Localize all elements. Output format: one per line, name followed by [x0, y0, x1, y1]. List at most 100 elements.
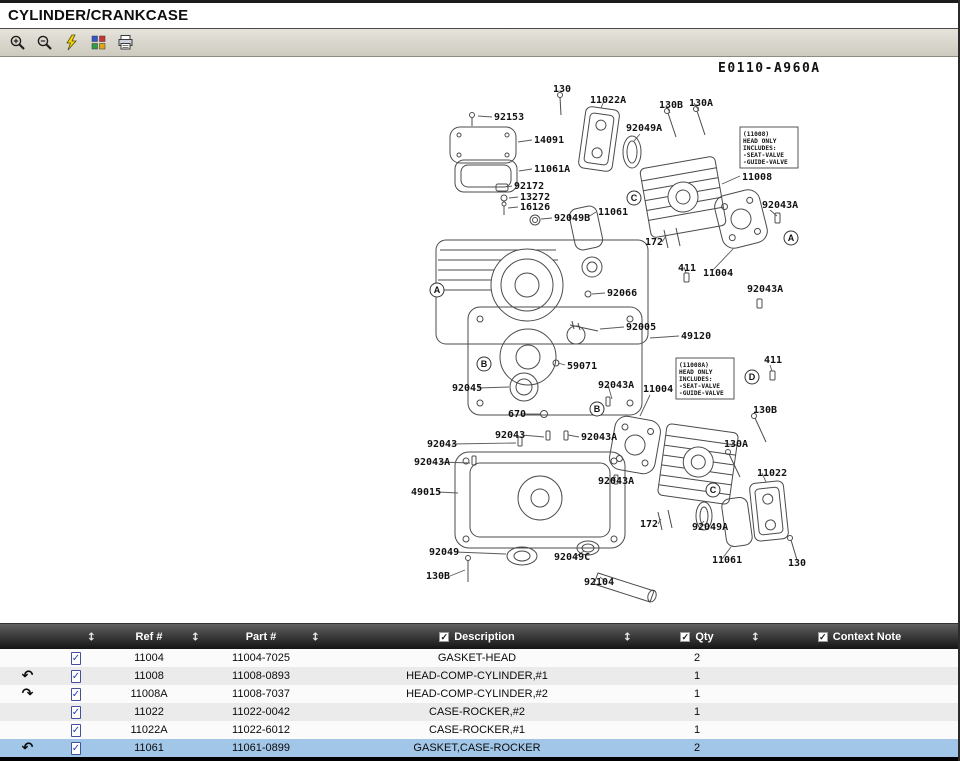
part-number-label[interactable]: 670	[508, 409, 526, 420]
part-number-label[interactable]: 92153	[494, 112, 524, 123]
part-number-label[interactable]: 130	[788, 558, 806, 569]
part-number-label[interactable]: 92005	[626, 322, 656, 333]
part-number-label[interactable]: 92049	[429, 547, 459, 558]
svg-text:C: C	[631, 193, 638, 203]
zoom-in-icon[interactable]	[7, 33, 27, 53]
cell-select: ✓	[55, 742, 97, 754]
cell-ref: 11061	[97, 742, 201, 754]
leader-line	[634, 134, 640, 141]
part-number-label[interactable]: 92043A	[414, 457, 450, 468]
row-checkbox[interactable]: ✓	[71, 688, 81, 701]
part-number-label[interactable]: 92049A	[692, 522, 728, 533]
part-number-label[interactable]: 11022	[757, 468, 787, 479]
part-number-label[interactable]: 92045	[452, 383, 482, 394]
column-header-part[interactable]: Part #↕	[201, 624, 321, 649]
part-number-label[interactable]: 92043A	[762, 200, 798, 211]
part-number-label[interactable]: 49015	[411, 487, 441, 498]
lightning-icon[interactable]	[61, 33, 81, 53]
leader-line	[600, 327, 624, 329]
table-row[interactable]: ↷✓11008A11008-7037HEAD-COMP-CYLINDER,#21	[0, 685, 958, 703]
part-number-label[interactable]: 172	[640, 519, 658, 530]
part-number-label[interactable]: 92043A	[598, 380, 634, 391]
svg-text:A: A	[434, 285, 441, 295]
back-arrow-icon[interactable]: ↶	[22, 740, 34, 756]
part-number-label[interactable]: 92043A	[598, 476, 634, 487]
column-checkbox-note[interactable]: ✓	[818, 632, 828, 642]
part-number-label[interactable]: 130B	[426, 571, 450, 582]
part-number-label[interactable]: 11004	[703, 268, 733, 279]
part-number-label[interactable]: 49120	[681, 331, 711, 342]
column-checkbox-desc[interactable]: ✓	[439, 632, 449, 642]
part-number-label[interactable]: 92104	[584, 577, 614, 588]
part-number-label[interactable]: 11061	[712, 555, 742, 566]
sort-arrow-icon[interactable]: ↕	[311, 630, 320, 643]
toolbar	[0, 29, 958, 57]
part-number-label[interactable]: 92049B	[554, 213, 590, 224]
part-number-label[interactable]: 172	[645, 237, 663, 248]
row-checkbox[interactable]: ✓	[71, 742, 81, 755]
column-label: Context Note	[833, 631, 901, 643]
exploded-parts-diagram[interactable]: 921531409111061A92172132721612692049B110…	[0, 57, 958, 623]
cell-part: 11022-6012	[201, 724, 321, 736]
part-number-label[interactable]: 92043A	[581, 432, 617, 443]
column-header-desc[interactable]: ✓Description↕	[321, 624, 633, 649]
color-grid-icon[interactable]	[88, 33, 108, 53]
part-number-label[interactable]: 11061A	[534, 164, 570, 175]
part-number-label[interactable]: 11008	[742, 172, 772, 183]
part-number-label[interactable]: 92049A	[626, 123, 662, 134]
part-number-label[interactable]: 92172	[514, 181, 544, 192]
leader-line	[722, 176, 740, 184]
sort-arrow-icon[interactable]: ↕	[751, 630, 760, 643]
part-number-label[interactable]: 411	[678, 263, 696, 274]
callout-D: D	[745, 370, 759, 384]
part-number-label[interactable]: 130A	[724, 439, 748, 450]
svg-text:-SEAT-VALVE: -SEAT-VALVE	[679, 383, 720, 390]
column-checkbox-qty[interactable]: ✓	[680, 632, 690, 642]
part-number-label[interactable]: 11022A	[590, 95, 626, 106]
row-checkbox[interactable]: ✓	[71, 652, 81, 665]
part-number-label[interactable]: 92066	[607, 288, 637, 299]
column-header-ref[interactable]: Ref #↕	[97, 624, 201, 649]
printer-icon[interactable]	[115, 33, 135, 53]
part-number-label[interactable]: 59071	[567, 361, 597, 372]
table-row[interactable]: ✓1102211022-0042CASE-ROCKER,#21	[0, 703, 958, 721]
cell-ref: 11022	[97, 706, 201, 718]
row-checkbox[interactable]: ✓	[71, 724, 81, 737]
part-number-label[interactable]: 92043	[495, 430, 525, 441]
part-number-label[interactable]: 130B	[753, 405, 777, 416]
leader-line	[455, 552, 506, 554]
cell-action: ↶	[0, 741, 55, 755]
part-number-label[interactable]: 411	[764, 355, 782, 366]
svg-text:-GUIDE-VALVE: -GUIDE-VALVE	[679, 390, 724, 397]
svg-text:(11008A): (11008A)	[679, 362, 709, 369]
forward-arrow-icon[interactable]: ↷	[22, 686, 34, 702]
table-row[interactable]: ✓11022A11022-6012CASE-ROCKER,#11	[0, 721, 958, 739]
sort-arrow-icon[interactable]: ↕	[623, 630, 632, 643]
part-number-label[interactable]: 92043	[427, 439, 457, 450]
part-number-label[interactable]: 130B	[659, 100, 683, 111]
part-number-label[interactable]: 11004	[643, 384, 673, 395]
sort-arrow-icon[interactable]: ↕	[87, 630, 96, 643]
part-number-label[interactable]: 130A	[689, 98, 713, 109]
column-header-qty[interactable]: ✓Qty↕	[633, 624, 761, 649]
part-number-label[interactable]: 130	[553, 84, 571, 95]
cell-action: ↷	[0, 687, 55, 701]
part-number-label[interactable]: 14091	[534, 135, 564, 146]
zoom-out-icon[interactable]	[34, 33, 54, 53]
table-row[interactable]: ✓1100411004-7025GASKET-HEAD2	[0, 649, 958, 667]
leader-line	[478, 116, 492, 117]
table-row[interactable]: ↶✓1100811008-0893HEAD-COMP-CYLINDER,#11	[0, 667, 958, 685]
row-checkbox[interactable]: ✓	[71, 670, 81, 683]
table-row[interactable]: ↶✓1106111061-0899GASKET,CASE-ROCKER2	[0, 739, 958, 757]
part-number-label[interactable]: 92049C	[554, 552, 590, 563]
back-arrow-icon[interactable]: ↶	[22, 668, 34, 684]
part-number-label[interactable]: 16126	[520, 202, 550, 213]
svg-text:A: A	[788, 233, 795, 243]
sort-arrow-icon[interactable]: ↕	[191, 630, 200, 643]
svg-text:INCLUDES:: INCLUDES:	[679, 376, 713, 383]
row-checkbox[interactable]: ✓	[71, 706, 81, 719]
column-header-select[interactable]: ↕	[55, 624, 97, 649]
part-number-label[interactable]: 92043A	[747, 284, 783, 295]
svg-text:C: C	[710, 485, 717, 495]
part-number-label[interactable]: 11061	[598, 207, 628, 218]
